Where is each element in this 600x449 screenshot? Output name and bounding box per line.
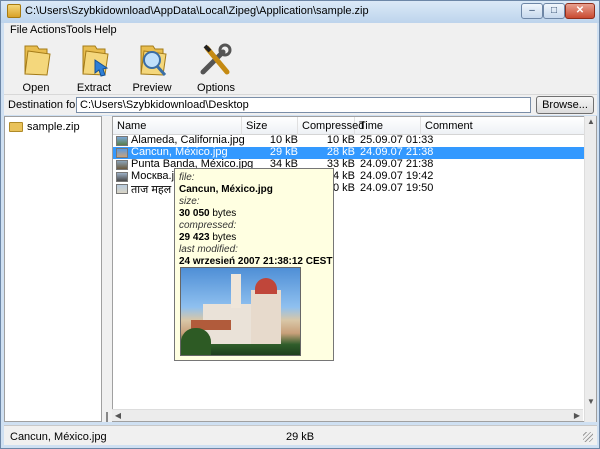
open-folder-icon [24, 45, 51, 76]
extract-folder-icon [82, 45, 109, 77]
image-thumbnail-icon [116, 136, 128, 146]
destination-folder-input[interactable] [76, 97, 531, 113]
scroll-right-arrow-icon[interactable]: ▶ [571, 410, 583, 422]
preview-palm [181, 328, 211, 355]
preview-label: Preview [132, 82, 172, 94]
file-info-tooltip: file: Cancun, México.jpg size: 30 050 by… [174, 168, 334, 361]
menu-tools[interactable]: Tools [66, 24, 92, 36]
menu-bar: File Actions Tools Help [4, 23, 597, 38]
tooltip-file-value: Cancun, México.jpg [179, 184, 273, 195]
minimize-button[interactable]: – [521, 3, 543, 19]
scroll-up-arrow-icon[interactable]: ▲ [585, 116, 597, 128]
preview-button[interactable]: Preview [122, 40, 182, 94]
toolbar: Open Extract Preview Options [4, 38, 597, 95]
menu-help[interactable]: Help [94, 24, 117, 36]
tooltip-compressed-value: 29 423 [179, 232, 210, 243]
tooltip-size-line: 30 050 bytes [179, 208, 236, 219]
extract-button[interactable]: Extract [64, 40, 124, 94]
preview-building [251, 290, 281, 344]
cell-name: Cancun, México.jpg [131, 146, 228, 158]
folder-icon [9, 122, 23, 132]
image-thumbnail-icon [116, 184, 128, 194]
open-label: Open [22, 82, 50, 94]
cell-name: Alameda, California.jpg [131, 134, 245, 146]
resize-grip-icon[interactable] [583, 432, 593, 442]
tree-item-label: sample.zip [27, 121, 80, 133]
tooltip-compressed-line: 29 423 bytes [179, 232, 236, 243]
tooltip-size-key: size: [179, 196, 200, 207]
scroll-left-arrow-icon[interactable]: ◀ [112, 410, 124, 422]
cell-time: 24.09.07 21:38 [360, 158, 434, 170]
cell-time: 25.09.07 01:33 [360, 134, 434, 146]
preview-dome [255, 278, 277, 294]
status-file-size: 29 kB [286, 431, 315, 443]
archive-tree: sample.zip [4, 116, 102, 422]
cell-time: 24.09.07 21:38 [360, 146, 434, 158]
title-bar[interactable]: C:\Users\Szybkidownload\AppData\Local\Zi… [1, 1, 599, 23]
pane-splitter[interactable] [102, 116, 112, 422]
horizontal-scrollbar[interactable]: ◀ ▶ [112, 409, 583, 421]
options-label: Options [197, 82, 235, 94]
tooltip-compressed-unit: bytes [212, 232, 237, 243]
image-thumbnail-icon [116, 160, 128, 170]
destination-row: Destination folder: Browse... [4, 95, 597, 115]
column-compressed[interactable]: Compressed [298, 117, 364, 135]
cell-time: 24.09.07 19:42 [360, 170, 434, 182]
splitter-grip[interactable] [106, 412, 108, 422]
maximize-button[interactable]: □ [543, 3, 565, 19]
status-bar: Cancun, México.jpg 29 kB [4, 425, 597, 445]
cell-compressed: 28 kB [326, 146, 355, 158]
preview-magnifier-icon [140, 45, 167, 76]
options-button[interactable]: Options [186, 40, 246, 94]
tooltip-size-value: 30 050 [179, 208, 210, 219]
window-title: C:\Users\Szybkidownload\AppData\Local\Zi… [25, 5, 369, 17]
browse-button[interactable]: Browse... [536, 96, 594, 114]
cell-compressed: 10 kB [326, 134, 355, 146]
column-header: Name Size Compressed Time Comment [113, 117, 596, 135]
cell-time: 24.09.07 19:50 [360, 182, 434, 194]
scroll-down-arrow-icon[interactable]: ▼ [585, 396, 597, 408]
tooltip-file-key: file: [179, 172, 195, 183]
tooltip-modified-key: last modified: [179, 244, 238, 255]
options-tools-icon [200, 43, 232, 75]
extract-label: Extract [76, 82, 112, 94]
image-thumbnail-icon [116, 148, 128, 158]
preview-tower [231, 274, 241, 308]
vertical-scrollbar[interactable]: ▲ ▼ [584, 116, 596, 422]
menu-file[interactable]: File [10, 24, 28, 36]
tooltip-modified-value: 24 wrzesień 2007 21:38:12 CEST [179, 256, 333, 267]
open-button[interactable]: Open [6, 40, 66, 94]
tooltip-compressed-key: compressed: [179, 220, 237, 231]
app-icon [7, 4, 21, 18]
close-button[interactable]: ✕ [565, 3, 595, 19]
cell-size: 10 kB [269, 134, 298, 146]
column-comment[interactable]: Comment [421, 117, 596, 135]
cell-size: 29 kB [269, 146, 298, 158]
image-preview [180, 267, 301, 356]
image-thumbnail-icon [116, 172, 128, 182]
column-size[interactable]: Size [242, 117, 298, 135]
menu-actions[interactable]: Actions [30, 24, 66, 36]
column-time[interactable]: Time [355, 117, 421, 135]
zipeg-window: C:\Users\Szybkidownload\AppData\Local\Zi… [0, 0, 600, 449]
status-file-name: Cancun, México.jpg [10, 431, 107, 443]
tooltip-size-unit: bytes [212, 208, 237, 219]
column-name[interactable]: Name [113, 117, 242, 135]
